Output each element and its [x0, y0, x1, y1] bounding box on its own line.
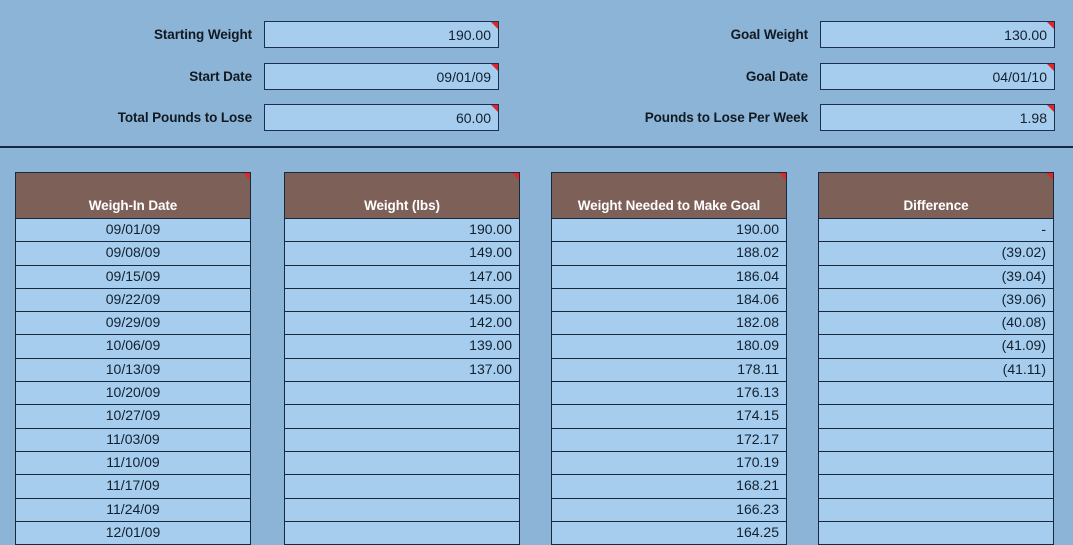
- cell-difference[interactable]: (41.11): [818, 358, 1054, 383]
- column-header-weight-needed: Weight Needed to Make Goal: [551, 172, 787, 219]
- cell-weight-needed[interactable]: 190.00: [551, 219, 787, 243]
- summary-field-value[interactable]: 1.98: [820, 103, 1055, 131]
- comment-flag-icon: [491, 104, 498, 112]
- summary-field-label: Pounds to Lose Per Week: [644, 109, 808, 125]
- cell-weight-lbs[interactable]: [284, 475, 520, 499]
- cell-weight-lbs[interactable]: [284, 498, 520, 522]
- cell-difference[interactable]: (41.09): [818, 335, 1054, 359]
- cell-weight-needed[interactable]: 186.04: [551, 265, 787, 289]
- summary-field: Goal Weight 130.00: [560, 20, 1055, 48]
- cell-weight-needed[interactable]: 168.21: [551, 475, 787, 499]
- summary-panel: Starting Weight 190.00 Start Date 09/01/09 T…: [0, 0, 1073, 147]
- cell-weight-lbs[interactable]: 147.00: [284, 265, 520, 289]
- summary-field-label: Total Pounds to Lose: [117, 109, 252, 125]
- summary-field: Start Date 09/01/09: [40, 62, 499, 90]
- cell-difference[interactable]: (40.08): [818, 312, 1054, 336]
- summary-field-value[interactable]: 130.00: [820, 20, 1055, 48]
- summary-field: Goal Date 04/01/10: [560, 62, 1055, 90]
- comment-flag-icon: [1047, 63, 1054, 71]
- summary-field-value[interactable]: 190.00: [264, 20, 499, 48]
- cell-weight-lbs[interactable]: [284, 521, 520, 545]
- weigh-in-table: Weigh-In Date 09/01/09 09/08/09 09/15/09 09/…: [0, 149, 1073, 545]
- cell-weigh-in-date[interactable]: 10/06/09: [15, 335, 251, 359]
- column-header-weight-lbs: Weight (lbs): [284, 172, 520, 219]
- cell-weigh-in-date[interactable]: 10/20/09: [15, 382, 251, 406]
- cell-weigh-in-date[interactable]: 09/22/09: [15, 288, 251, 313]
- cell-difference[interactable]: (39.02): [818, 242, 1054, 266]
- cell-weight-needed[interactable]: 182.08: [551, 312, 787, 336]
- cell-difference[interactable]: [818, 498, 1054, 522]
- cell-weight-lbs[interactable]: [284, 428, 520, 452]
- cell-weight-lbs[interactable]: 139.00: [284, 335, 520, 359]
- cell-weigh-in-date[interactable]: 11/03/09: [15, 428, 251, 452]
- cell-difference[interactable]: [818, 451, 1054, 476]
- cell-difference[interactable]: [818, 428, 1054, 452]
- cell-weigh-in-date[interactable]: 10/13/09: [15, 358, 251, 383]
- comment-flag-icon: [512, 173, 519, 180]
- summary-field-value[interactable]: 04/01/10: [820, 62, 1055, 90]
- cell-weigh-in-date[interactable]: 09/15/09: [15, 265, 251, 289]
- comment-flag-icon: [1047, 21, 1054, 29]
- cell-weight-lbs[interactable]: 137.00: [284, 358, 520, 383]
- comment-flag-icon: [491, 21, 498, 29]
- cell-weigh-in-date[interactable]: 11/10/09: [15, 451, 251, 476]
- table-column-weight-lbs: Weight (lbs) 190.00 149.00 147.00 145.00 142.…: [284, 172, 520, 545]
- cell-weigh-in-date[interactable]: 11/17/09: [15, 475, 251, 499]
- cell-weigh-in-date[interactable]: 09/08/09: [15, 242, 251, 266]
- cell-weight-lbs[interactable]: [284, 405, 520, 429]
- cell-weight-lbs[interactable]: 145.00: [284, 288, 520, 313]
- cell-weight-needed[interactable]: 188.02: [551, 242, 787, 266]
- table-column-weigh-in-date: Weigh-In Date 09/01/09 09/08/09 09/15/09 09/…: [15, 172, 251, 545]
- table-column-weight-needed: Weight Needed to Make Goal 190.00 188.02 18…: [551, 172, 787, 545]
- table-column-difference: Difference - (39.02) (39.04) (39.06) (40.08)(…: [818, 172, 1054, 545]
- cell-difference[interactable]: [818, 521, 1054, 545]
- cell-weigh-in-date[interactable]: 09/01/09: [15, 219, 251, 243]
- cell-weight-needed[interactable]: 184.06: [551, 288, 787, 313]
- cell-weight-needed[interactable]: 180.09: [551, 335, 787, 359]
- cell-weight-lbs[interactable]: 149.00: [284, 242, 520, 266]
- cell-weight-needed[interactable]: 166.23: [551, 498, 787, 522]
- cell-weight-lbs[interactable]: [284, 451, 520, 476]
- comment-flag-icon: [779, 173, 786, 180]
- cell-difference[interactable]: [818, 382, 1054, 406]
- comment-flag-icon: [1046, 173, 1053, 180]
- cell-difference[interactable]: [818, 405, 1054, 429]
- summary-field: Pounds to Lose Per Week 1.98: [560, 103, 1055, 131]
- summary-field-label: Starting Weight: [154, 26, 252, 42]
- cell-difference[interactable]: -: [818, 219, 1054, 243]
- cell-weight-needed[interactable]: 178.11: [551, 358, 787, 383]
- cell-weight-needed[interactable]: 174.15: [551, 405, 787, 429]
- summary-field-label: Goal Weight: [730, 26, 809, 42]
- cell-weight-needed[interactable]: 164.25: [551, 521, 787, 545]
- comment-flag-icon: [243, 173, 250, 180]
- column-header-weigh-in-date: Weigh-In Date: [15, 172, 251, 219]
- cell-weigh-in-date[interactable]: 10/27/09: [15, 405, 251, 429]
- cell-weight-needed[interactable]: 176.13: [551, 382, 787, 406]
- cell-weigh-in-date[interactable]: 11/24/09: [15, 498, 251, 522]
- summary-field: Total Pounds to Lose 60.00: [40, 103, 499, 131]
- cell-difference[interactable]: (39.04): [818, 265, 1054, 289]
- cell-weight-needed[interactable]: 170.19: [551, 451, 787, 476]
- summary-field-value[interactable]: 09/01/09: [264, 62, 499, 90]
- summary-field: Starting Weight 190.00: [40, 20, 499, 48]
- cell-weight-lbs[interactable]: [284, 382, 520, 406]
- panel-divider: [0, 146, 1073, 148]
- cell-weigh-in-date[interactable]: 09/29/09: [15, 312, 251, 336]
- cell-difference[interactable]: [818, 475, 1054, 499]
- cell-difference[interactable]: (39.06): [818, 288, 1054, 313]
- summary-field-label: Start Date: [189, 68, 252, 84]
- cell-weight-lbs[interactable]: 190.00: [284, 219, 520, 243]
- cell-weight-needed[interactable]: 172.17: [551, 428, 787, 452]
- comment-flag-icon: [491, 63, 498, 71]
- cell-weight-lbs[interactable]: 142.00: [284, 312, 520, 336]
- summary-field-label: Goal Date: [745, 68, 808, 84]
- column-header-difference: Difference: [818, 172, 1054, 219]
- cell-weigh-in-date[interactable]: 12/01/09: [15, 521, 251, 545]
- comment-flag-icon: [1047, 104, 1054, 112]
- summary-field-value[interactable]: 60.00: [264, 103, 499, 131]
